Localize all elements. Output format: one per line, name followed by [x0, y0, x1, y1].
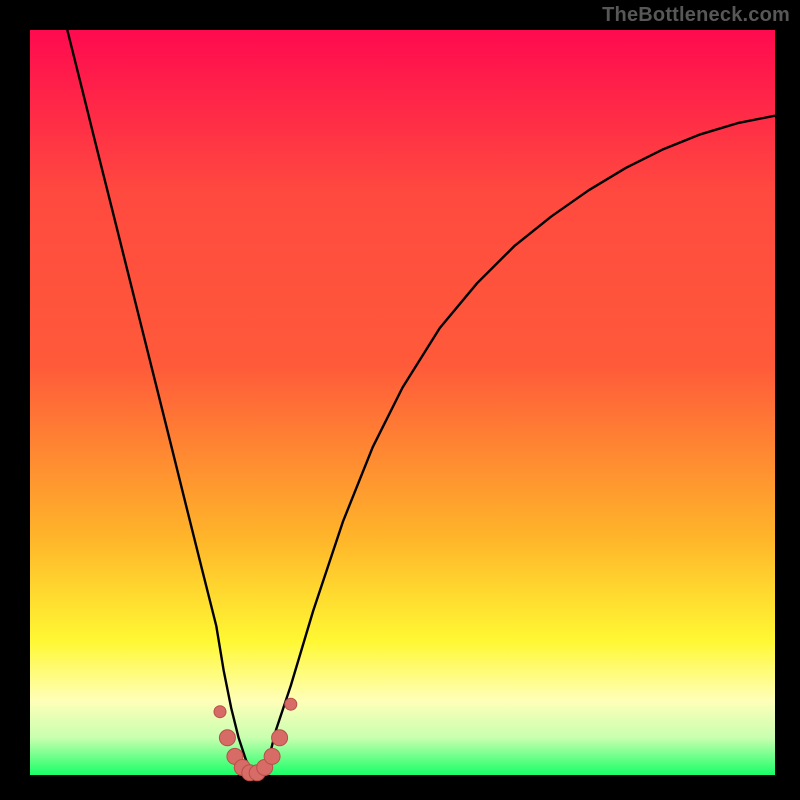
- chart-stage: TheBottleneck.com: [0, 0, 800, 800]
- curve-marker: [214, 706, 226, 718]
- bottleneck-chart: [0, 0, 800, 800]
- chart-gradient-area: [30, 30, 775, 775]
- curve-marker: [285, 698, 297, 710]
- curve-marker: [272, 730, 288, 746]
- curve-marker: [264, 748, 280, 764]
- watermark-label: TheBottleneck.com: [602, 4, 790, 27]
- curve-marker: [219, 730, 235, 746]
